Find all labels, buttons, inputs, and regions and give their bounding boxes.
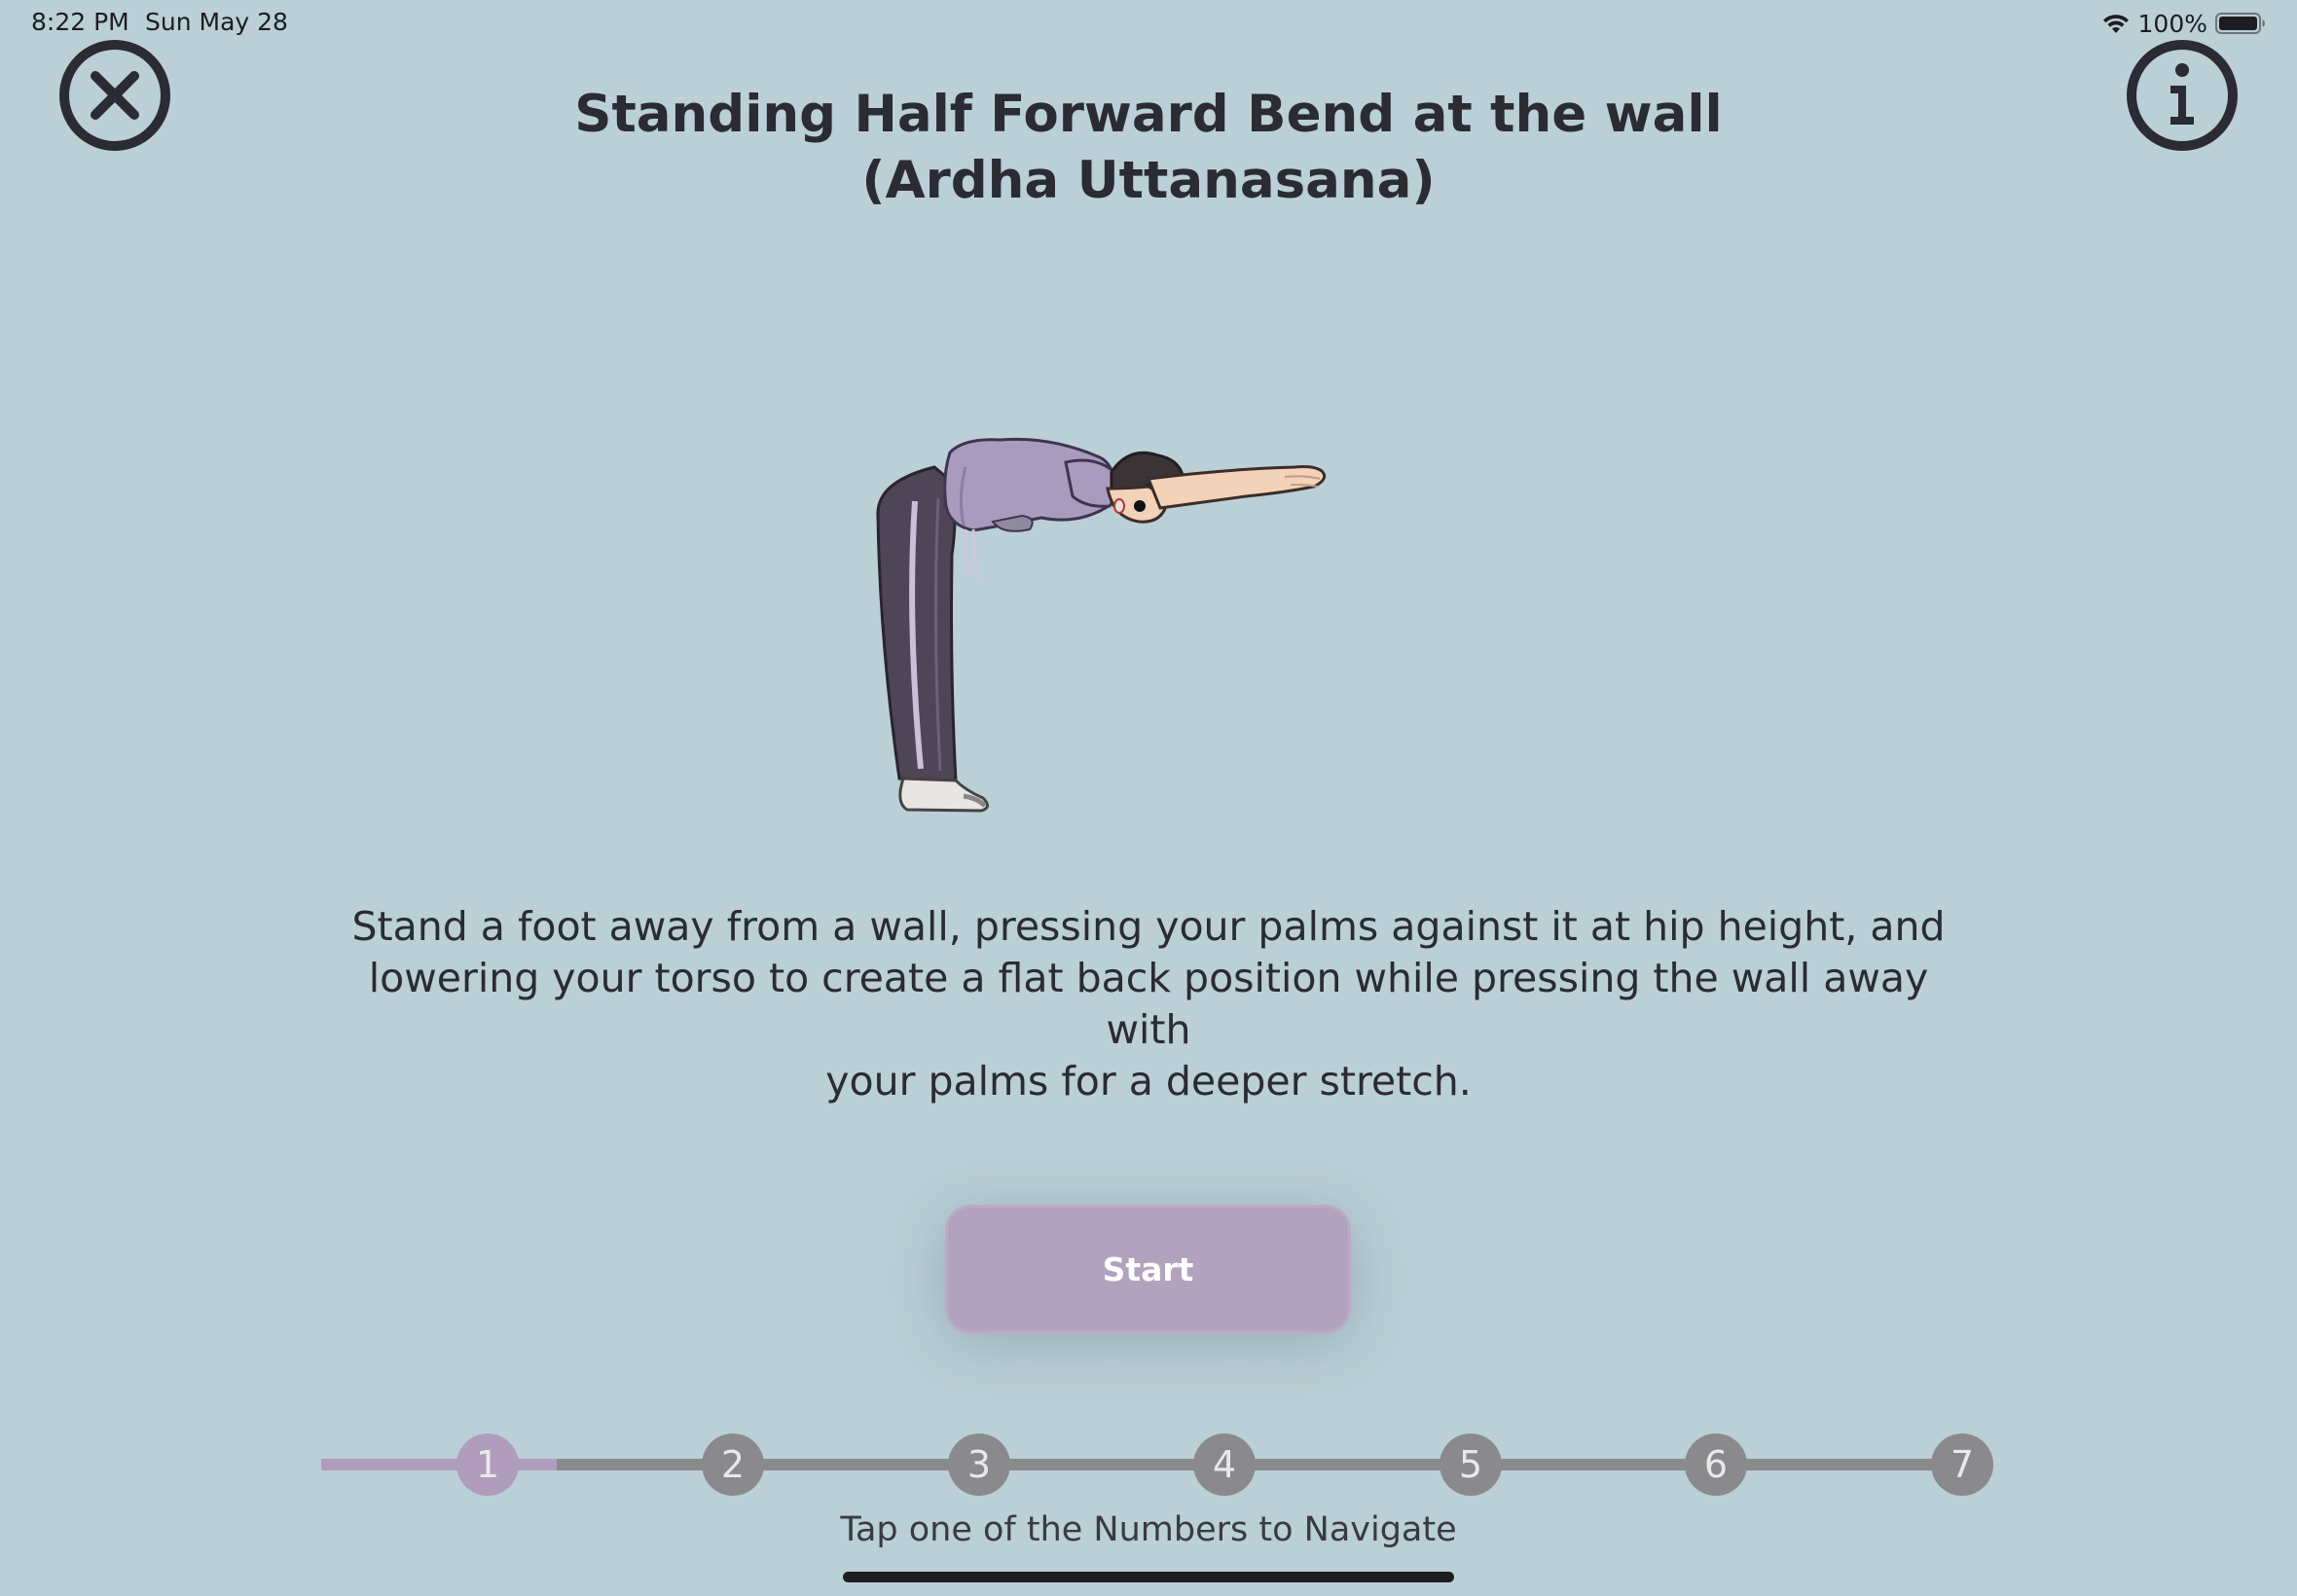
page-title: Standing Half Forward Bend at the wall (… (467, 82, 1830, 214)
status-right: 100% (2101, 8, 2266, 39)
description-line-3: your palms for a deeper stretch. (825, 1058, 1472, 1105)
wifi-icon (2101, 12, 2131, 35)
step-button-1[interactable]: 1 (456, 1433, 519, 1496)
step-track-progress (321, 1459, 557, 1470)
info-circle-icon (2127, 40, 2238, 151)
navigation-hint: Tap one of the Numbers to Navigate (840, 1510, 1457, 1549)
exercise-screen: 8:22 PM Sun May 28 100% Standing Half Fo… (0, 0, 2297, 1596)
home-indicator[interactable] (843, 1572, 1454, 1582)
start-button[interactable]: Start (945, 1205, 1351, 1333)
battery-icon (2215, 12, 2266, 35)
pose-description: Stand a foot away from a wall, pressing … (321, 901, 1976, 1107)
step-button-6[interactable]: 6 (1685, 1433, 1747, 1496)
info-button[interactable] (2126, 39, 2239, 152)
step-button-3[interactable]: 3 (948, 1433, 1010, 1496)
battery-percent: 100% (2137, 9, 2207, 38)
status-date: Sun May 28 (145, 8, 288, 36)
close-button[interactable] (58, 39, 171, 152)
status-time: 8:22 PM (31, 8, 129, 36)
title-line-2: (Ardha Uttanasana) (861, 151, 1436, 210)
description-line-1: Stand a foot away from a wall, pressing … (351, 903, 1946, 950)
description-line-2: lowering your torso to create a flat bac… (368, 955, 1929, 1053)
close-circle-icon (59, 40, 170, 151)
person-half-forward-bend-illustration (857, 428, 1363, 827)
step-button-7[interactable]: 7 (1931, 1433, 1993, 1496)
step-button-4[interactable]: 4 (1193, 1433, 1256, 1496)
step-button-5[interactable]: 5 (1440, 1433, 1502, 1496)
title-line-1: Standing Half Forward Bend at the wall (574, 85, 1723, 144)
step-button-2[interactable]: 2 (702, 1433, 764, 1496)
